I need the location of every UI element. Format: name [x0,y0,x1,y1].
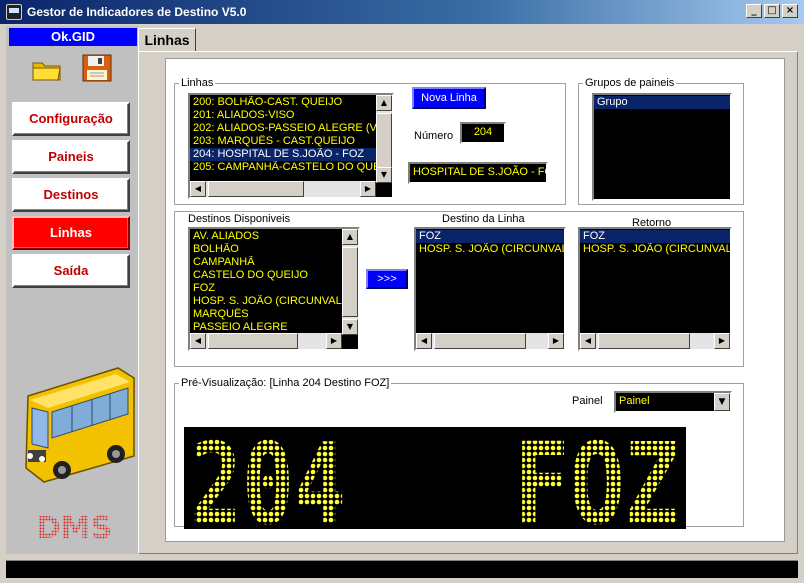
scroll-left-icon[interactable]: ◀ [416,333,432,349]
grupos-listbox[interactable]: Grupo [592,93,732,201]
nova-linha-button[interactable]: Nova Linha [412,87,486,109]
scroll-up-icon[interactable]: ▲ [342,229,358,245]
save-disk-icon[interactable] [82,54,112,82]
sidebar: Ok.GID Configuração Paineis Destinos Lin… [6,26,138,554]
linhas-listbox[interactable]: 200: BOLHÃO-CAST. QUEIJO 201: ALIADOS-VIS… [188,93,394,199]
destino-list-item[interactable]: CASTELO DO QUEIJO [190,269,344,282]
scroll-left-icon[interactable]: ◀ [580,333,596,349]
destino-list-item[interactable]: AV. ALIADOS [190,230,344,243]
close-button[interactable]: × [782,4,798,18]
disponiveis-hscroll[interactable]: ◀ ▶ [190,333,342,349]
destino-linha-hscroll[interactable]: ◀ ▶ [416,333,564,349]
status-bar [6,560,798,578]
window-title: Gestor de Indicadores de Destino V5.0 [27,5,247,19]
painel-select-value: Painel [619,395,650,407]
retorno-item[interactable]: FOZ [580,230,730,243]
scroll-thumb[interactable] [208,181,304,197]
scroll-thumb[interactable] [434,333,526,349]
led-destination: FOZ [514,427,680,529]
nav-destinos-button[interactable]: Destinos [12,178,130,212]
linha-list-item[interactable]: 201: ALIADOS-VISO [190,109,378,122]
led-preview-display: 204 FOZ [184,420,686,550]
linhas-hscroll[interactable]: ◀ ▶ [190,181,376,197]
scroll-left-icon[interactable]: ◀ [190,181,206,197]
destino-linha-label: Destino da Linha [442,213,525,225]
scroll-right-icon[interactable]: ▶ [714,333,730,349]
retorno-item[interactable]: HOSP. S. JOÃO (CIRCUNVALAÇÃO) [580,243,730,256]
chevron-down-icon[interactable]: ▼ [714,393,730,411]
nav-paineis-button[interactable]: Paineis [12,140,130,174]
scroll-thumb[interactable] [376,113,392,171]
disponiveis-vscroll[interactable]: ▲ ▼ [342,229,358,335]
retorno-listbox[interactable]: FOZHOSP. S. JOÃO (CIRCUNVALAÇÃO) ◀ ▶ [578,227,732,351]
tab-linhas[interactable]: Linhas [138,28,196,52]
minimize-button[interactable]: _ [746,4,762,18]
scroll-thumb[interactable] [598,333,690,349]
linha-list-item[interactable]: 205: CAMPANHÃ-CASTELO DO QUEIJO [190,161,378,174]
painel-select[interactable]: Painel ▼ [614,391,732,413]
preview-legend: Pré-Visualização: [Linha 204 Destino FOZ… [181,377,390,389]
linha-list-item[interactable]: 203: MARQUÊS - CAST.QUEIJO [190,135,378,148]
linha-list-item[interactable]: 204: HOSPITAL DE S.JOÃO - FOZ [190,148,378,161]
painel-label: Painel [572,395,603,407]
scroll-left-icon[interactable]: ◀ [190,333,206,349]
destino-linha-listbox[interactable]: FOZHOSP. S. JOÃO (CIRCUNVALAÇÃO) ◀ ▶ [414,227,566,351]
destino-list-item[interactable]: FOZ [190,282,344,295]
maximize-button[interactable]: □ [764,4,780,18]
destinos-disponiveis-label: Destinos Disponiveis [188,213,291,225]
destino-list-item[interactable]: CAMPANHÃ [190,256,344,269]
led-line-number: 204 [190,427,346,529]
destino-linha-item[interactable]: HOSP. S. JOÃO (CIRCUNVALAÇÃO) [416,243,564,256]
tab-strip: Linhas [138,26,798,52]
destino-linha-item[interactable]: FOZ [416,230,564,243]
destino-list-item[interactable]: MARQUÊS [190,308,344,321]
nav-linhas-button[interactable]: Linhas [12,216,130,250]
destino-list-item[interactable]: BOLHÃO [190,243,344,256]
scroll-down-icon[interactable]: ▼ [376,167,392,183]
linha-list-item[interactable]: 202: ALIADOS-PASSEIO ALEGRE (VIA [190,122,378,135]
grupos-legend: Grupos de paineis [585,77,675,89]
retorno-hscroll[interactable]: ◀ ▶ [580,333,730,349]
app-icon [6,4,22,20]
scroll-right-icon[interactable]: ▶ [360,181,376,197]
scroll-thumb[interactable] [342,247,358,317]
open-folder-icon[interactable] [32,59,62,81]
scroll-thumb[interactable] [208,333,298,349]
scroll-up-icon[interactable]: ▲ [376,95,392,111]
numero-label: Número [414,130,454,142]
brand-label: Ok.GID [9,28,137,46]
numero-field[interactable]: 204 [460,122,506,144]
linhas-vscroll[interactable]: ▲ ▼ [376,95,392,183]
nav-configuracao-button[interactable]: Configuração [12,102,130,136]
linhas-panel: Linhas 200: BOLHÃO-CAST. QUEIJO 201: ALIA… [165,58,785,550]
dms-logo: DMS [36,512,112,542]
bus-icon [25,367,135,483]
destinos-disponiveis-listbox[interactable]: AV. ALIADOS BOLHÃO CAMPANHÃ CASTELO DO QUEI… [188,227,360,351]
scroll-right-icon[interactable]: ▶ [326,333,342,349]
nav-saida-button[interactable]: Saída [12,254,130,288]
svg-text:DMS: DMS [36,512,112,542]
add-destino-button[interactable]: >>> [366,269,408,289]
scroll-right-icon[interactable]: ▶ [548,333,564,349]
scroll-down-icon[interactable]: ▼ [342,319,358,335]
linha-list-item[interactable]: 200: BOLHÃO-CAST. QUEIJO [190,96,378,109]
main-content: Linhas 200: BOLHÃO-CAST. QUEIJO 201: ALIA… [138,51,798,554]
linhas-legend: Linhas [181,77,214,89]
linha-nome-field[interactable]: HOSPITAL DE S.JOÃO - FOZ [408,162,548,184]
destino-list-item[interactable]: HOSP. S. JOÃO (CIRCUNVALAÇÃO) [190,295,344,308]
title-bar: Gestor de Indicadores de Destino V5.0 _ … [0,0,804,24]
grupo-list-item[interactable]: Grupo [594,96,730,109]
